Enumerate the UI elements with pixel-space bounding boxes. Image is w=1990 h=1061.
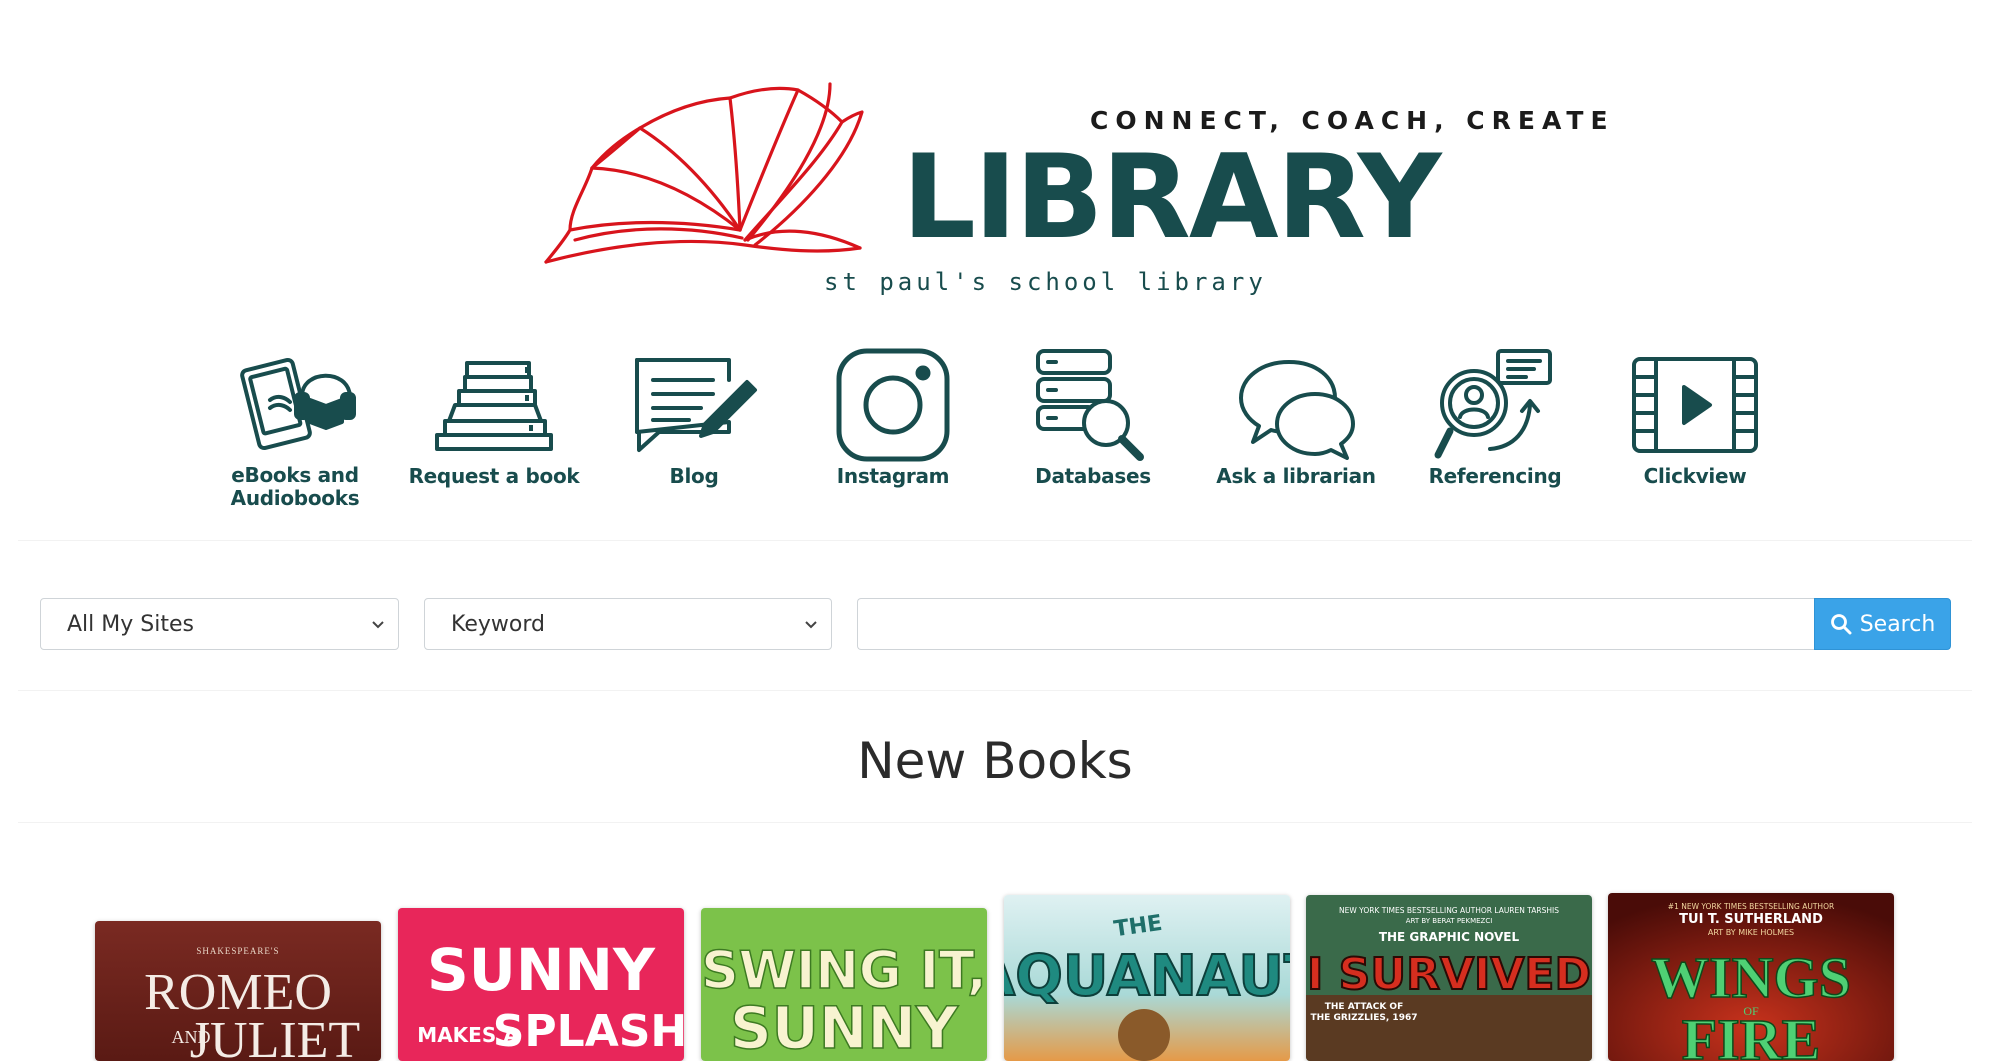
chevron-down-icon xyxy=(805,621,817,629)
section-divider xyxy=(18,540,1972,541)
quick-link-instagram[interactable]: Instagram xyxy=(803,345,983,510)
quick-link-databases[interactable]: Databases xyxy=(1003,345,1183,510)
quick-link-label: Request a book xyxy=(408,464,580,488)
search-type-value: Keyword xyxy=(451,612,545,637)
search-button-label: Search xyxy=(1859,611,1936,637)
referencing-icon xyxy=(1430,345,1560,465)
book-cover-line: WINGS xyxy=(1651,945,1851,1010)
quick-link-referencing[interactable]: Referencing xyxy=(1405,345,1585,510)
book-cover-i-survived[interactable]: NEW YORK TIMES BESTSELLING AUTHOR LAUREN… xyxy=(1306,895,1592,1061)
chat-bubbles-icon xyxy=(1231,345,1361,465)
new-books-heading: New Books xyxy=(857,732,1133,790)
section-divider xyxy=(18,690,1972,691)
book-cover-line: ART BY MIKE HOLMES xyxy=(1708,928,1794,937)
book-cover-line: SUNNY xyxy=(427,936,656,1004)
quick-links: eBooks and Audiobooks Request a book Blo… xyxy=(0,345,1990,510)
database-search-icon xyxy=(1028,345,1158,465)
book-cover-line: #1 NEW YORK TIMES BESTSELLING AUTHOR xyxy=(1668,902,1834,911)
book-cover-line: ART BY BERAT PEKMEZCI xyxy=(1406,917,1493,925)
video-player-icon xyxy=(1630,345,1760,465)
book-cover-line: TUI T. SUTHERLAND xyxy=(1679,912,1823,927)
book-cover-line: SUNNY xyxy=(730,994,959,1061)
ebook-audiobook-icon xyxy=(230,345,360,464)
search-button[interactable]: Search xyxy=(1814,598,1951,650)
library-logo[interactable]: CONNECT, COACH, CREATE LIBRARY st paul's… xyxy=(530,40,1608,310)
book-cover-line: NEW YORK TIMES BESTSELLING AUTHOR LAUREN… xyxy=(1339,906,1559,915)
book-cover-line: SWING IT, xyxy=(701,941,987,1001)
site-select-value: All My Sites xyxy=(67,612,194,637)
chevron-down-icon xyxy=(372,621,384,629)
quick-link-label: Clickview xyxy=(1643,464,1747,488)
book-cover-swing-it-sunny[interactable]: SWING IT, SUNNY xyxy=(701,908,987,1061)
book-cover-wings-of-fire[interactable]: #1 NEW YORK TIMES BESTSELLING AUTHOR TUI… xyxy=(1608,893,1894,1061)
search-icon xyxy=(1830,614,1852,635)
quick-link-label: eBooks and Audiobooks xyxy=(230,463,360,510)
book-cover-line: FIRE xyxy=(1682,1007,1821,1061)
site-banner: CONNECT, COACH, CREATE LIBRARY st paul's… xyxy=(0,0,1990,520)
instagram-icon xyxy=(828,345,958,465)
quick-link-blog[interactable]: Blog xyxy=(604,345,784,510)
book-cover-line: I SURVIVED xyxy=(1307,949,1591,1000)
book-cover-line: SPLASH xyxy=(493,1006,684,1057)
book-cover-line: JULIET xyxy=(190,1012,360,1061)
logo-wordmark: LIBRARY xyxy=(902,130,1442,265)
logo-subtitle: st paul's school library xyxy=(824,268,1267,296)
book-cover-line: SHAKESPEARE'S xyxy=(196,946,279,956)
quick-link-label: Ask a librarian xyxy=(1216,464,1376,488)
book-cover-sunny-makes-a-splash[interactable]: SUNNY MAKES A SPLASH xyxy=(398,908,684,1061)
search-input[interactable] xyxy=(857,598,1815,650)
site-select[interactable]: All My Sites xyxy=(40,598,399,650)
quick-link-label: Instagram xyxy=(836,464,950,488)
quick-link-ebooks[interactable]: eBooks and Audiobooks xyxy=(205,345,385,510)
quick-link-ask-librarian[interactable]: Ask a librarian xyxy=(1206,345,1386,510)
search-type-select[interactable]: Keyword xyxy=(424,598,832,650)
book-cover-romeo-and-juliet[interactable]: SHAKESPEARE'S ROMEO AND JULIET xyxy=(95,921,381,1061)
book-cover-the-aquanaut[interactable]: THE AQUANAUT xyxy=(1004,895,1290,1061)
quick-link-request-book[interactable]: Request a book xyxy=(404,345,584,510)
book-cover-line: AQUANAUT xyxy=(1004,944,1290,1009)
quick-link-label: Referencing xyxy=(1428,464,1562,488)
book-cover-line: THE GRAPHIC NOVEL xyxy=(1379,930,1520,944)
quick-link-clickview[interactable]: Clickview xyxy=(1605,345,1785,510)
book-cover-line: THE ATTACK OF xyxy=(1325,1002,1403,1012)
quick-link-label: Blog xyxy=(669,464,719,488)
section-divider xyxy=(18,822,1972,823)
book-stack-icon xyxy=(429,345,559,465)
book-cover-line: THE GRIZZLIES, 1967 xyxy=(1311,1013,1418,1023)
quick-link-label: Databases xyxy=(1035,464,1151,488)
blog-icon xyxy=(629,345,759,465)
